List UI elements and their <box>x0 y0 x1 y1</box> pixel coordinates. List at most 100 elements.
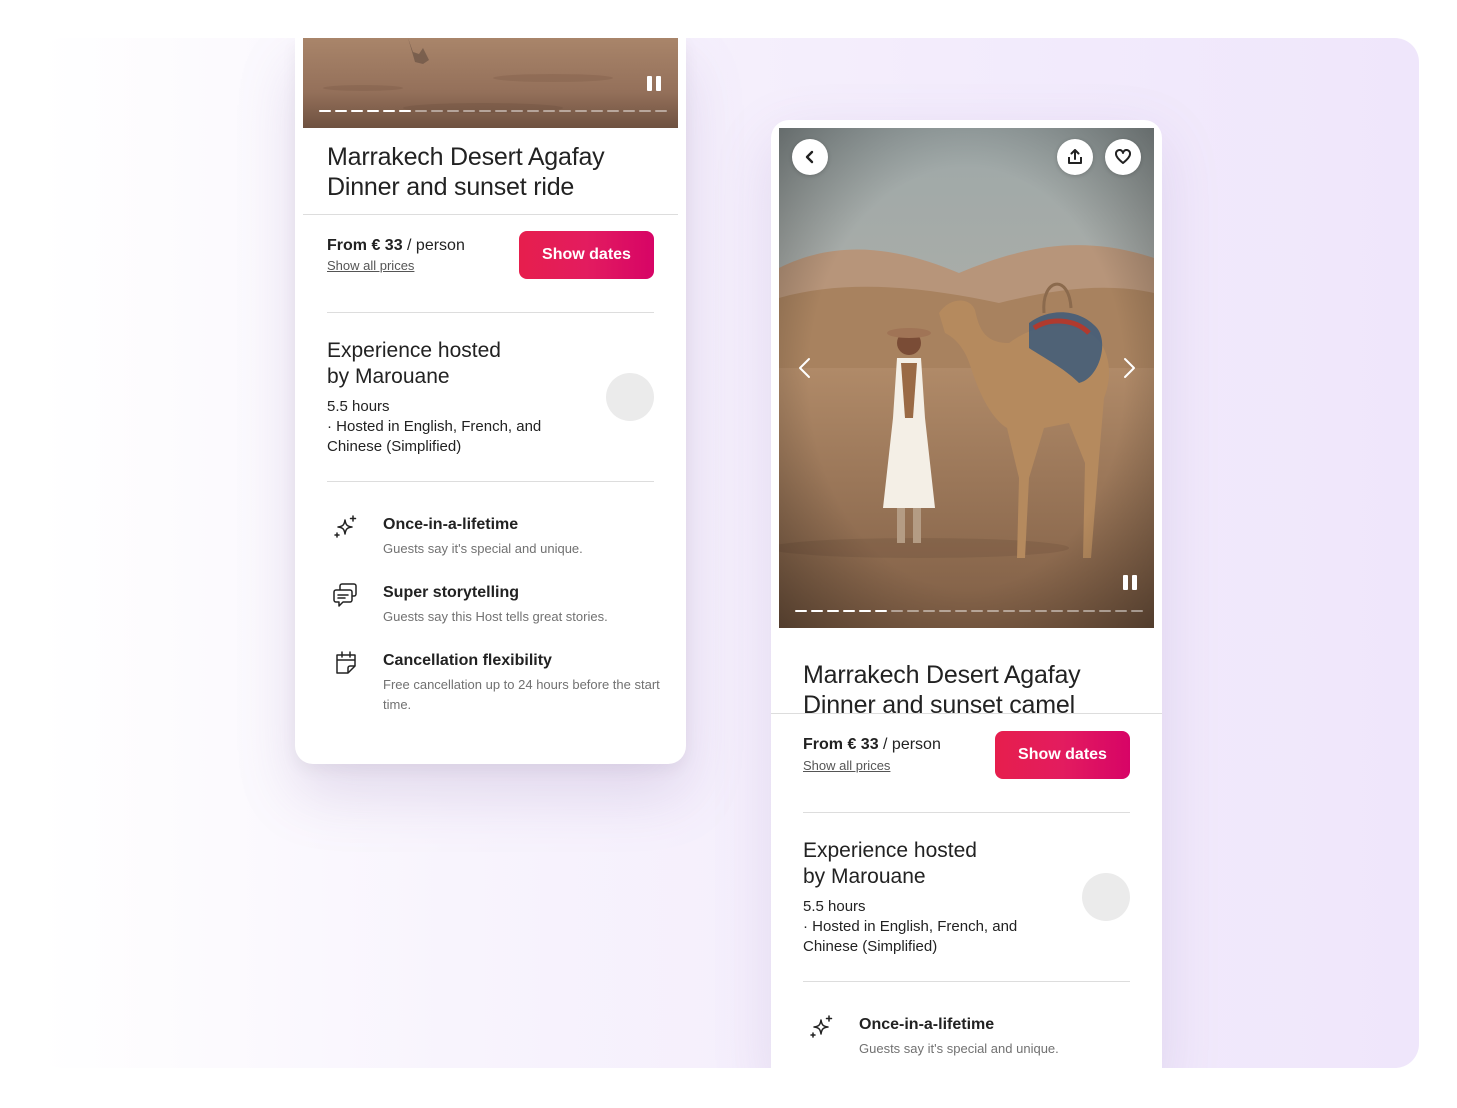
section-divider <box>803 981 1130 982</box>
carousel-dot <box>319 110 331 112</box>
pause-icon[interactable] <box>1122 575 1138 591</box>
section-divider <box>327 481 654 482</box>
carousel-dot <box>591 110 603 112</box>
carousel-dot <box>923 610 935 612</box>
background-canvas: Marrakech Desert Agafay Dinner and sunse… <box>38 38 1419 1068</box>
heart-icon <box>1115 149 1131 164</box>
languages-text-line2: Chinese (Simplified) <box>327 438 462 455</box>
section-divider <box>803 812 1130 813</box>
duration-text: 5.5 hours <box>803 898 866 915</box>
highlight-description: Free cancellation up to 24 hours before … <box>383 677 660 712</box>
carousel-dot <box>1019 610 1031 612</box>
highlight-description: Guests say it's special and unique. <box>859 1041 1059 1056</box>
carousel-dot <box>907 610 919 612</box>
carousel-dot <box>543 110 555 112</box>
listing-card-left: Marrakech Desert Agafay Dinner and sunse… <box>295 38 686 764</box>
host-title-line1: Experience hosted <box>803 839 977 862</box>
carousel-indicator <box>319 110 667 112</box>
carousel-dot <box>1051 610 1063 612</box>
duration-text: 5.5 hours <box>327 398 390 415</box>
carousel-dot <box>987 610 999 612</box>
show-all-prices-link[interactable]: Show all prices <box>327 258 414 274</box>
carousel-dot <box>351 110 363 112</box>
host-title-line2: by Marouane <box>803 865 926 888</box>
sparkles-icon <box>334 515 357 538</box>
title-divider <box>771 713 1162 714</box>
back-icon <box>805 150 814 164</box>
price-amount: From € 33 <box>327 237 403 254</box>
price-amount: From € 33 <box>803 736 879 753</box>
languages-text-line1: · Hosted in English, French, and <box>327 418 542 435</box>
carousel-dot <box>527 110 539 112</box>
carousel-dot <box>575 110 587 112</box>
show-dates-button[interactable]: Show dates <box>995 731 1130 779</box>
carousel-dot <box>431 110 443 112</box>
back-button[interactable] <box>792 139 828 175</box>
carousel-dot <box>1131 610 1143 612</box>
highlight-title: Cancellation flexibility <box>383 652 552 669</box>
carousel-dot <box>495 110 507 112</box>
carousel-dot <box>1083 610 1095 612</box>
show-all-prices-link[interactable]: Show all prices <box>803 758 890 774</box>
carousel-dot <box>655 110 667 112</box>
carousel-dot <box>447 110 459 112</box>
pause-icon[interactable] <box>646 76 662 92</box>
price-unit: / person <box>878 736 941 753</box>
carousel-dot <box>891 610 903 612</box>
carousel-dot <box>463 110 475 112</box>
highlight-title: Super storytelling <box>383 584 520 601</box>
section-divider <box>327 312 654 313</box>
languages-text-line1: · Hosted in English, French, and <box>803 918 1018 935</box>
carousel-dot <box>559 110 571 112</box>
host-title-line1: Experience hosted <box>327 339 501 362</box>
carousel-dot <box>843 610 855 612</box>
listing-photo[interactable] <box>303 38 678 128</box>
listing-card-right: Marrakech Desert Agafay Dinner and sunse… <box>771 120 1162 1068</box>
show-dates-button[interactable]: Show dates <box>519 231 654 279</box>
save-button[interactable] <box>1105 139 1141 175</box>
carousel-dot <box>955 610 967 612</box>
listing-title-line1: Marrakech Desert Agafay <box>803 661 1081 689</box>
carousel-dot <box>1035 610 1047 612</box>
host-avatar[interactable] <box>1082 873 1130 921</box>
listing-title-line1: Marrakech Desert Agafay <box>327 143 605 171</box>
carousel-dot <box>479 110 491 112</box>
price-unit: / person <box>402 237 465 254</box>
price-line: From € 33 / person <box>327 236 465 256</box>
carousel-dot <box>859 610 871 612</box>
desert-ground-image <box>303 38 678 128</box>
carousel-dot <box>607 110 619 112</box>
carousel-dot <box>811 610 823 612</box>
highlight-description: Guests say it's special and unique. <box>383 541 583 556</box>
carousel-dot <box>383 110 395 112</box>
title-divider <box>303 214 678 215</box>
carousel-dot <box>1003 610 1015 612</box>
carousel-dot <box>367 110 379 112</box>
highlight-title: Once-in-a-lifetime <box>859 1016 995 1033</box>
carousel-dot <box>939 610 951 612</box>
sparkles-icon <box>810 1015 833 1038</box>
carousel-dot <box>875 610 887 612</box>
carousel-dot <box>639 110 651 112</box>
highlight-title: Once-in-a-lifetime <box>383 516 519 533</box>
highlight-description: Guests say this Host tells great stories… <box>383 609 608 624</box>
host-avatar[interactable] <box>606 373 654 421</box>
carousel-dot <box>827 610 839 612</box>
carousel-dot <box>1067 610 1079 612</box>
host-title-line2: by Marouane <box>327 365 450 388</box>
carousel-dot <box>1115 610 1127 612</box>
listing-photo[interactable] <box>779 128 1154 628</box>
price-line: From € 33 / person <box>803 735 941 755</box>
carousel-dot <box>795 610 807 612</box>
next-photo-arrow-icon[interactable] <box>1117 356 1141 380</box>
previous-photo-arrow-icon[interactable] <box>793 356 817 380</box>
listing-title-line2: Dinner and sunset ride <box>327 173 575 201</box>
carousel-indicator <box>795 610 1143 612</box>
share-button[interactable] <box>1057 139 1093 175</box>
carousel-dot <box>1099 610 1111 612</box>
carousel-dot <box>623 110 635 112</box>
carousel-dot <box>399 110 411 112</box>
carousel-dot <box>971 610 983 612</box>
share-icon <box>1068 149 1082 164</box>
carousel-dot <box>511 110 523 112</box>
